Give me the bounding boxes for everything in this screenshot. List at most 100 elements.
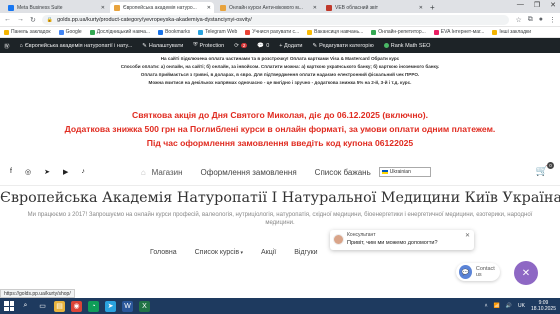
protection-link[interactable]: ⛨ Protection [193,42,224,49]
keyboard-language[interactable]: UK [518,303,525,309]
site-name: Європейська академія натуропатії і нату.… [24,42,133,49]
browser-tab[interactable]: Meta Business Suite ✕ [4,2,108,13]
chat-popup[interactable]: Консультант Привіт, чим ми можемо допомо… [330,230,474,250]
telegram-icon[interactable]: ➤ [44,168,50,176]
customize-label: Налаштувати [148,42,184,49]
divider [0,185,560,186]
bookmark-item[interactable]: Дослідницький навча... [89,29,150,35]
notice-line: Способи оплати: а) онлайн, на сайті; б) … [120,64,440,69]
add-new-link[interactable]: + Додати [279,43,302,49]
bookmark-icon [89,29,95,35]
maximize-icon[interactable]: ❐ [534,1,540,9]
browser-tab-strip: Meta Business Suite ✕ Європейська академ… [0,0,560,13]
rank-math-link[interactable]: Rank Math SEO [383,42,431,49]
instagram-icon[interactable]: ◎ [25,168,31,176]
language-select[interactable]: Ukrainian [378,167,431,177]
promo-line: Святкова акція до Дня Святого Миколая, д… [131,110,429,120]
minimize-icon[interactable]: — [517,1,524,9]
browser-tab[interactable]: Онлайн курси Анти-вікового м... ✕ [216,2,320,13]
site-header-nav: f ◎ ➤ ▶ ♪ ⌂ Магазин Оформлення замовленн… [0,162,560,182]
edge-icon[interactable]: ◔ [88,300,99,312]
customize-link[interactable]: ✎ Налаштувати [142,43,183,49]
menu-item-reviews[interactable]: Відгуки [294,249,317,256]
close-window-icon[interactable]: ✕ [550,1,556,9]
url-input[interactable]: 🔒 golds.pp.ua/kurty/product-category/yev… [41,14,510,25]
browser-tab[interactable]: VEB обласний звіт ✕ [322,2,426,13]
forward-icon[interactable]: → [17,16,24,23]
windows-start-icon[interactable] [4,301,14,311]
excel-icon[interactable]: X [139,300,150,312]
extensions-icon[interactable]: ⧉ [528,16,533,24]
back-icon[interactable]: ← [4,16,11,23]
menu-item-home[interactable]: Головна [150,249,177,256]
volume-icon[interactable]: 🔊 [506,303,512,309]
close-icon[interactable]: ✕ [101,5,105,11]
menu-item-wishlist[interactable]: Список бажань [315,168,371,177]
chat-bubble-icon: 💬 [459,265,472,279]
tiktok-icon[interactable]: ♪ [81,168,85,176]
bookmark-item[interactable]: Вакансиця навчань... [307,29,363,35]
notice-line: Оплата приймається з гривні, в доларах, … [140,72,420,77]
bookmark-item[interactable]: Google [58,29,82,35]
ukraine-flag-icon [381,170,388,174]
chevron-up-icon[interactable]: ˄ [485,303,488,309]
close-icon[interactable]: ✕ [465,232,470,239]
tab-favicon [326,4,332,11]
bookmark-label: Панель закладок [11,29,51,35]
reload-icon[interactable]: ↻ [30,16,36,24]
bookmark-item[interactable]: Bookmarks [158,29,190,35]
bookmark-item[interactable]: Панель закладок [4,29,51,35]
bookmark-label: Telegram Web [205,29,238,35]
close-icon[interactable]: ✕ [207,5,211,11]
contact-us-label: Contact us [475,266,495,278]
contact-us-button[interactable]: 💬 Contact us [456,263,500,281]
menu-item-courses[interactable]: Список курсів [195,249,243,256]
notice-line: Можна вчитися на декількох напрямах одно… [148,80,412,85]
windows-taskbar: ⌕ ▭ ▤ ◉ ◔ ➤ W X ˄ 📶 🔊 UK 9:09 18.10.2025 [0,298,560,314]
edit-category-link[interactable]: ✎ Редагувати категорію [312,43,373,49]
close-icon[interactable]: ✕ [419,5,423,11]
bookmarks-bar: Панель закладок Google Дослідницький нав… [0,27,560,38]
chat-agent-name: Консультант [347,232,376,238]
menu-item-shop[interactable]: Магазин [152,168,183,177]
bookmark-item[interactable]: EVA Інтернет-маг... [433,29,484,35]
chrome-icon[interactable]: ◉ [71,300,82,312]
task-view-icon[interactable]: ▭ [37,301,48,312]
bookmark-item[interactable]: Інші закладки [492,29,531,35]
star-icon[interactable]: ☆ [515,16,521,24]
updates-link[interactable]: ⟳ 2 [234,43,248,49]
seo-label: Rank Math SEO [390,42,431,49]
bookmark-item[interactable]: Учнися рахувати с... [245,29,299,35]
cart-count: 0 [547,162,554,169]
folder-icon [492,29,498,35]
telegram-icon[interactable]: ➤ [105,300,116,312]
cart-icon[interactable]: 🛒 0 [536,162,554,177]
menu-item-checkout[interactable]: Оформлення замовлення [201,168,297,177]
bookmark-item[interactable]: Telegram Web [198,29,237,35]
menu-kebab-icon[interactable]: ⋮ [549,16,556,24]
youtube-icon[interactable]: ▶ [63,168,68,176]
network-icon[interactable]: 📶 [494,303,500,309]
lock-icon: 🔒 [46,16,54,23]
bookmark-label: Онлайн-репетитор... [378,29,426,35]
profile-icon[interactable]: ● [539,16,543,23]
search-icon[interactable]: ⌕ [20,301,31,312]
close-icon[interactable]: ✕ [313,5,317,11]
promo-banner: Святкова акція до Дня Святого Миколая, д… [0,108,560,150]
wordpress-icon[interactable]: Ⓦ [4,42,10,50]
facebook-icon[interactable]: f [10,168,12,176]
site-name-link[interactable]: ⌂ Європейська академія натуропатії і нат… [20,43,133,49]
menu-item-promos[interactable]: Акції [261,249,276,256]
browser-tab-active[interactable]: Європейська академія натуро... ✕ [110,2,214,13]
comments-link[interactable]: 💬 0 [257,43,269,49]
new-tab-button[interactable]: + [430,2,435,13]
explorer-icon[interactable]: ▤ [54,300,65,312]
bookmark-item[interactable]: Онлайн-репетитор... [371,29,426,35]
home-icon[interactable]: ⌂ [141,168,146,177]
close-widget-button[interactable]: ✕ [514,261,538,285]
edit-category-label: Редагувати категорію [319,42,374,49]
social-links: f ◎ ➤ ▶ ♪ [10,168,85,176]
telegram-icon [198,29,204,35]
word-icon[interactable]: W [122,300,133,312]
clock[interactable]: 9:09 18.10.2025 [531,300,556,312]
